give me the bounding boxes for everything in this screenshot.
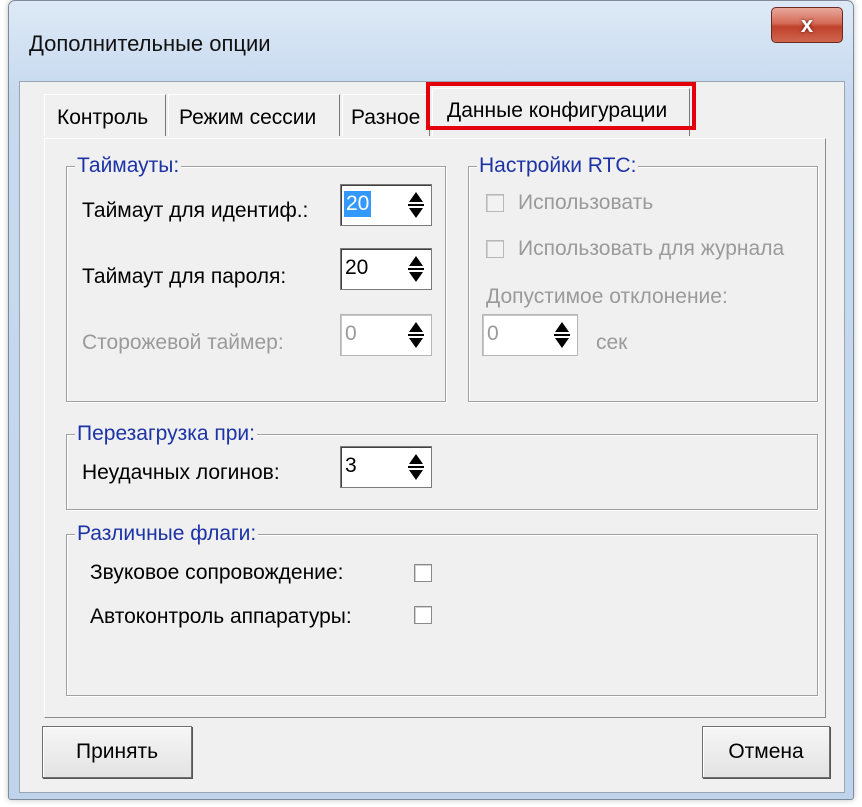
tab-session-mode[interactable]: Режим сессии	[168, 94, 340, 136]
rtc-use-label: Использовать	[518, 191, 654, 214]
spin-arrows-icon[interactable]	[403, 449, 429, 485]
watchdog-timer-spinner[interactable]: 0	[340, 314, 432, 356]
watchdog-timer-value[interactable]: 0	[345, 321, 357, 347]
password-timeout-spinner[interactable]: 20	[340, 248, 432, 290]
tab-label: Режим сессии	[179, 106, 317, 129]
tab-control[interactable]: Контроль	[44, 94, 166, 136]
ident-timeout-spinner[interactable]: 20	[340, 184, 432, 226]
tab-misc[interactable]: Разное	[342, 94, 430, 136]
rtc-deviation-spinner[interactable]: 0	[482, 314, 578, 356]
spin-arrows-icon[interactable]	[403, 187, 429, 223]
flags-legend: Различные флаги:	[75, 521, 259, 547]
window-title: Дополнительные опции	[29, 31, 271, 56]
failed-logins-spinner[interactable]: 3	[340, 446, 432, 488]
failed-logins-value[interactable]: 3	[345, 453, 357, 479]
rtc-use-journal-label: Использовать для журнала	[518, 237, 785, 260]
sound-label: Звуковое сопровождение:	[90, 561, 344, 584]
spin-arrows-icon[interactable]	[403, 251, 429, 287]
rtc-use-checkbox[interactable]	[486, 194, 504, 212]
close-button[interactable]: x	[771, 7, 843, 43]
tab-label: Разное	[351, 106, 421, 129]
tab-highlight-frame	[426, 82, 696, 130]
rtc-deviation-label: Допустимое отклонение:	[486, 285, 728, 308]
rtc-use-journal-checkbox[interactable]	[486, 240, 504, 258]
spin-arrows-icon[interactable]	[549, 317, 575, 353]
ident-timeout-label: Таймаут для идентиф.:	[82, 199, 309, 222]
cancel-button[interactable]: Отмена	[702, 726, 830, 778]
timeouts-legend: Таймауты:	[75, 153, 182, 179]
rtc-unit-label: сек	[596, 331, 628, 354]
watchdog-timer-label: Сторожевой таймер:	[82, 331, 284, 354]
sound-checkbox[interactable]	[414, 564, 432, 582]
failed-logins-label: Неудачных логинов:	[82, 461, 280, 484]
accept-button[interactable]: Принять	[42, 726, 192, 778]
rtc-legend: Настройки RTC:	[477, 153, 639, 179]
rtc-deviation-value[interactable]: 0	[487, 321, 499, 347]
ident-timeout-value[interactable]: 20	[344, 191, 372, 217]
tab-label: Контроль	[57, 106, 149, 129]
password-timeout-label: Таймаут для пароля:	[82, 265, 287, 288]
selftest-checkbox[interactable]	[414, 606, 432, 624]
spin-arrows-icon[interactable]	[403, 317, 429, 353]
reboot-legend: Перезагрузка при:	[75, 421, 257, 447]
selftest-label: Автоконтроль аппаратуры:	[90, 605, 352, 628]
title-bar[interactable]: Дополнительные опции x	[9, 1, 853, 81]
password-timeout-value[interactable]: 20	[345, 255, 368, 281]
